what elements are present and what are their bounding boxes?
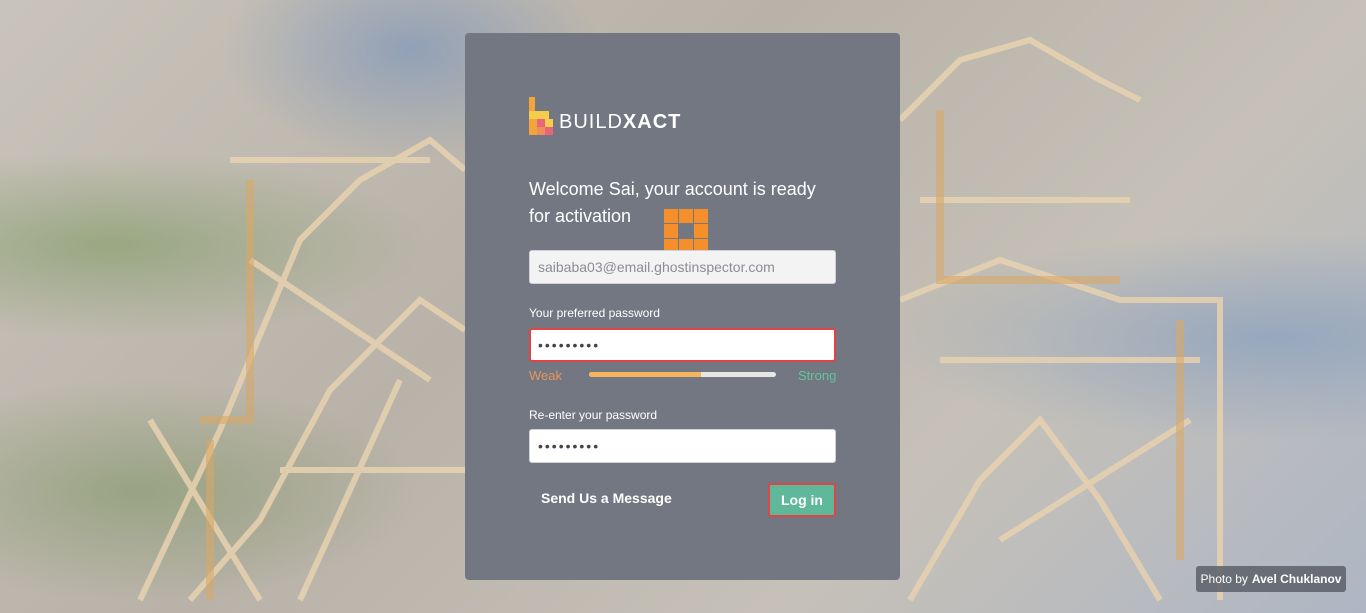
send-message-link[interactable]: Send Us a Message (541, 490, 672, 506)
reenter-password-label: Re-enter your password (529, 408, 658, 422)
buildxact-logo-icon (529, 97, 553, 135)
buildxact-logo: BUILDXACT (529, 97, 681, 137)
password-mask: ••••••••• (538, 337, 601, 353)
email-field[interactable]: saibaba03@email.ghostinspector.com (529, 250, 836, 284)
brand-name-bold: XACT (622, 110, 682, 133)
brand-name-light: BUILD (559, 110, 623, 133)
brand-name: BUILDXACT (559, 111, 681, 134)
login-button[interactable]: Log in (768, 483, 836, 517)
password-label: Your preferred password (529, 306, 660, 320)
reenter-password-mask: ••••••••• (538, 438, 601, 454)
photo-credit-prefix: Photo by (1200, 572, 1248, 586)
pixel-decoration-icon (664, 209, 708, 253)
reenter-password-field[interactable]: ••••••••• (529, 429, 836, 463)
photo-credit[interactable]: Photo by Avel Chuklanov (1196, 566, 1346, 592)
strength-weak-label: Weak (529, 368, 562, 383)
strength-strong-label: Strong (798, 368, 837, 383)
activation-card: BUILDXACT Welcome Sai, your account is r… (465, 33, 900, 580)
photo-credit-author[interactable]: Avel Chuklanov (1252, 572, 1342, 586)
password-field[interactable]: ••••••••• (529, 328, 836, 362)
password-strength-fill (589, 372, 702, 377)
